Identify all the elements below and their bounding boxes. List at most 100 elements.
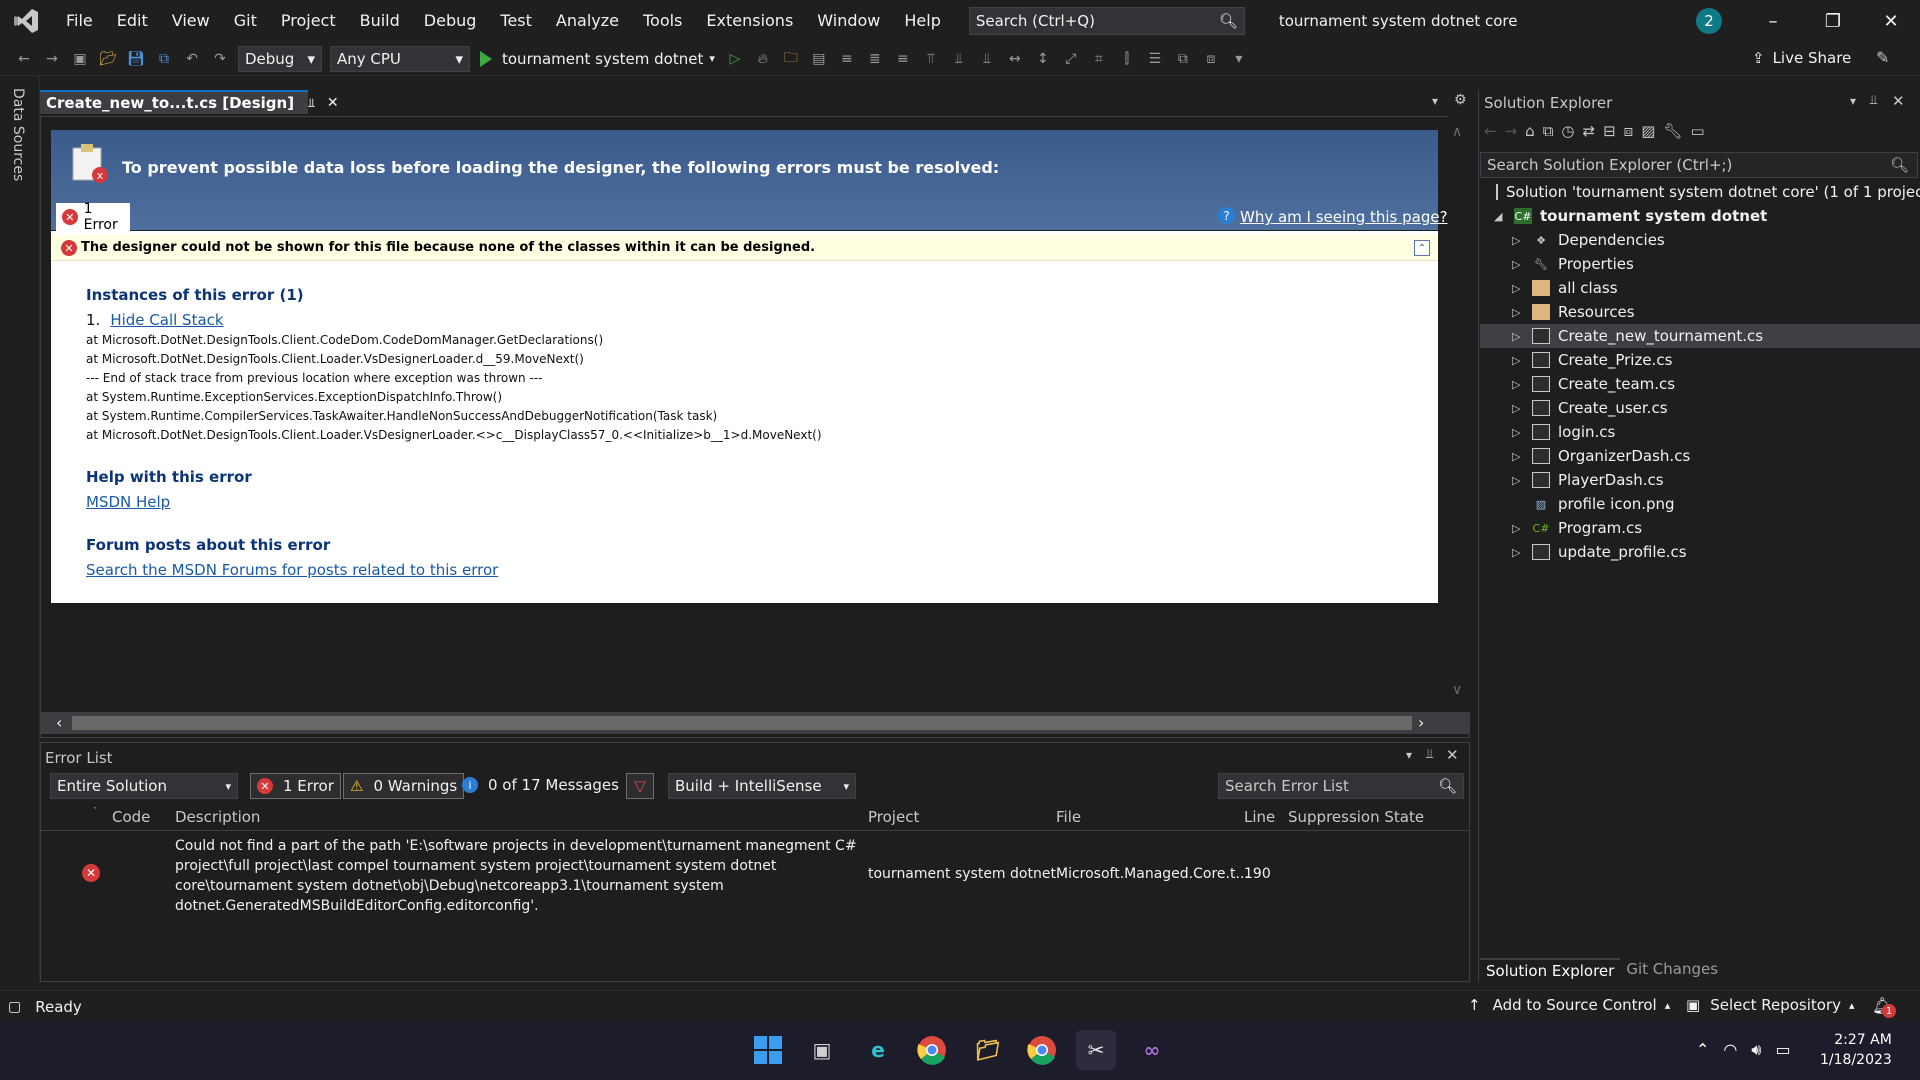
- size-to-grid-icon[interactable]: ⌗: [1088, 48, 1110, 70]
- snipping-tool-icon[interactable]: ✂: [1076, 1030, 1116, 1070]
- redo-icon[interactable]: ↷: [209, 48, 231, 70]
- menu-project[interactable]: Project: [269, 0, 348, 42]
- back-icon[interactable]: ←: [13, 48, 35, 70]
- send-back-icon[interactable]: ⧈: [1200, 48, 1222, 70]
- tree-item-solution[interactable]: Solution 'tournament system dotnet core'…: [1480, 180, 1920, 204]
- back-icon[interactable]: ←: [1484, 122, 1497, 140]
- data-sources-tab[interactable]: Data Sources: [10, 88, 26, 181]
- tree-item[interactable]: ▷ OrganizerDash.cs: [1480, 444, 1920, 468]
- close-window-button[interactable]: ✕: [1862, 0, 1920, 42]
- collapsed-caret-icon[interactable]: ▷: [1512, 258, 1524, 271]
- pin-icon[interactable]: ⫫: [1870, 93, 1877, 108]
- live-share-button[interactable]: ⇪ Live Share: [1752, 49, 1851, 67]
- tab-overflow-icon[interactable]: ▾: [1432, 94, 1438, 108]
- collapsed-caret-icon[interactable]: ▷: [1512, 402, 1524, 415]
- forward-icon[interactable]: →: [41, 48, 63, 70]
- properties-wrench-icon[interactable]: 🔧︎: [1663, 122, 1682, 140]
- visual-studio-taskbar-icon[interactable]: ∞: [1132, 1030, 1172, 1070]
- menu-view[interactable]: View: [160, 0, 222, 42]
- tree-item[interactable]: ▷ all class: [1480, 276, 1920, 300]
- collapsed-caret-icon[interactable]: ▷: [1512, 378, 1524, 391]
- solution-search-input[interactable]: Search Solution Explorer (Ctrl+;) 🔍︎: [1480, 152, 1918, 178]
- save-icon[interactable]: 💾︎: [125, 48, 147, 70]
- forum-search-link[interactable]: Search the MSDN Forums for posts related…: [86, 561, 498, 579]
- collapsed-caret-icon[interactable]: ▷: [1512, 546, 1524, 559]
- panel-menu-icon[interactable]: ▾: [1406, 748, 1412, 762]
- preview-icon[interactable]: ▨: [1641, 122, 1655, 140]
- search-error-list-input[interactable]: Search Error List 🔍︎: [1218, 773, 1464, 799]
- menu-window[interactable]: Window: [805, 0, 892, 42]
- pending-changes-icon[interactable]: ◷: [1561, 122, 1574, 140]
- menu-tools[interactable]: Tools: [631, 0, 694, 42]
- home-icon[interactable]: ⌂: [1525, 122, 1535, 140]
- column-file[interactable]: File: [1056, 808, 1081, 826]
- pin-icon[interactable]: ⫫: [1426, 747, 1433, 762]
- collapsed-caret-icon[interactable]: ▷: [1512, 450, 1524, 463]
- horizontal-scrollbar-thumb[interactable]: [72, 716, 1412, 730]
- collapsed-caret-icon[interactable]: ▷: [1512, 282, 1524, 295]
- msdn-help-link[interactable]: MSDN Help: [86, 493, 170, 511]
- menu-debug[interactable]: Debug: [412, 0, 489, 42]
- collapsed-caret-icon[interactable]: ▷: [1512, 474, 1524, 487]
- close-tab-icon[interactable]: ✕: [327, 95, 339, 111]
- menu-git[interactable]: Git: [222, 0, 269, 42]
- vertical-scrollbar[interactable]: [1448, 116, 1470, 712]
- same-height-icon[interactable]: ↕: [1032, 48, 1054, 70]
- spacing-icon[interactable]: ⫿: [1116, 48, 1138, 70]
- tab-create-new-tournament-design[interactable]: Create_new_to...t.cs [Design] ⫫ ✕: [40, 90, 339, 114]
- switch-views-icon[interactable]: ⧉: [1543, 122, 1554, 140]
- add-to-source-control-button[interactable]: ↑ Add to Source Control ▴: [1468, 996, 1670, 1014]
- platform-dropdown[interactable]: Any CPU ▾: [330, 45, 470, 72]
- align-left-icon[interactable]: ≡: [836, 48, 858, 70]
- feedback-icon[interactable]: ✎: [1876, 48, 1889, 67]
- collapsed-caret-icon[interactable]: ▷: [1512, 330, 1524, 343]
- vertical-spacing-icon[interactable]: ☰: [1144, 48, 1166, 70]
- tree-item[interactable]: ▷ Resources: [1480, 300, 1920, 324]
- menu-test[interactable]: Test: [488, 0, 544, 42]
- column-line[interactable]: Line: [1244, 808, 1275, 826]
- bring-front-icon[interactable]: ⧉: [1172, 48, 1194, 70]
- tree-item[interactable]: ▷ 🔧︎ Properties: [1480, 252, 1920, 276]
- select-repository-button[interactable]: ▣ Select Repository ▴: [1686, 996, 1855, 1014]
- column-suppression-state[interactable]: Suppression State: [1288, 808, 1424, 826]
- show-all-files-icon[interactable]: ⧈: [1624, 122, 1634, 140]
- scroll-down-icon[interactable]: ∨: [1452, 682, 1462, 698]
- minimize-button[interactable]: –: [1744, 0, 1802, 42]
- build-filter-dropdown[interactable]: Build + IntelliSense ▾: [668, 773, 856, 799]
- new-project-icon[interactable]: ▣: [69, 48, 91, 70]
- align-top-icon[interactable]: ⫪: [920, 48, 942, 70]
- error-count-tab[interactable]: ✕ 1 Error: [56, 201, 130, 233]
- same-size-icon[interactable]: ⤢: [1060, 48, 1082, 70]
- tree-item[interactable]: ▨ profile icon.png: [1480, 492, 1920, 516]
- sync-icon[interactable]: ⇄: [1583, 122, 1596, 140]
- tab-git-changes[interactable]: Git Changes: [1620, 958, 1724, 982]
- chrome-profile-icon[interactable]: [1022, 1030, 1062, 1070]
- scroll-left-icon[interactable]: ‹: [56, 713, 62, 732]
- close-panel-icon[interactable]: ✕: [1892, 92, 1905, 110]
- tree-item-project[interactable]: ◢ C# tournament system dotnet: [1480, 204, 1920, 228]
- forward-icon[interactable]: →: [1505, 122, 1518, 140]
- messages-filter-button[interactable]: i 0 of 17 Messages: [462, 776, 619, 794]
- panel-menu-icon[interactable]: ▾: [1850, 94, 1856, 108]
- column-project[interactable]: Project: [868, 808, 919, 826]
- chrome-browser-icon[interactable]: [912, 1030, 952, 1070]
- notification-avatar[interactable]: 2: [1696, 8, 1722, 34]
- overflow-chevron-icon[interactable]: ▾: [1228, 48, 1250, 70]
- column-code[interactable]: Code: [112, 808, 150, 826]
- tree-item[interactable]: ▷ Create_Prize.cs: [1480, 348, 1920, 372]
- close-panel-icon[interactable]: ✕: [1446, 746, 1459, 764]
- tab-solution-explorer[interactable]: Solution Explorer: [1480, 958, 1621, 982]
- collapse-all-icon[interactable]: ⊟: [1603, 122, 1616, 140]
- tree-item[interactable]: ▷ Create_new_tournament.cs: [1480, 324, 1920, 348]
- start-without-debugging-icon[interactable]: ▷: [724, 48, 746, 70]
- save-all-icon[interactable]: ⧉: [153, 48, 175, 70]
- scope-dropdown[interactable]: Entire Solution ▾: [50, 773, 238, 799]
- collapse-icon[interactable]: ⌃: [1414, 240, 1430, 256]
- hide-call-stack-link[interactable]: Hide Call Stack: [110, 311, 223, 329]
- tree-item[interactable]: ▷ login.cs: [1480, 420, 1920, 444]
- collapsed-caret-icon[interactable]: ▷: [1512, 426, 1524, 439]
- solution-folder-icon[interactable]: 🗀︎: [780, 48, 802, 70]
- menu-analyze[interactable]: Analyze: [544, 0, 631, 42]
- menu-file[interactable]: File: [54, 0, 105, 42]
- tree-item[interactable]: ▷ Create_user.cs: [1480, 396, 1920, 420]
